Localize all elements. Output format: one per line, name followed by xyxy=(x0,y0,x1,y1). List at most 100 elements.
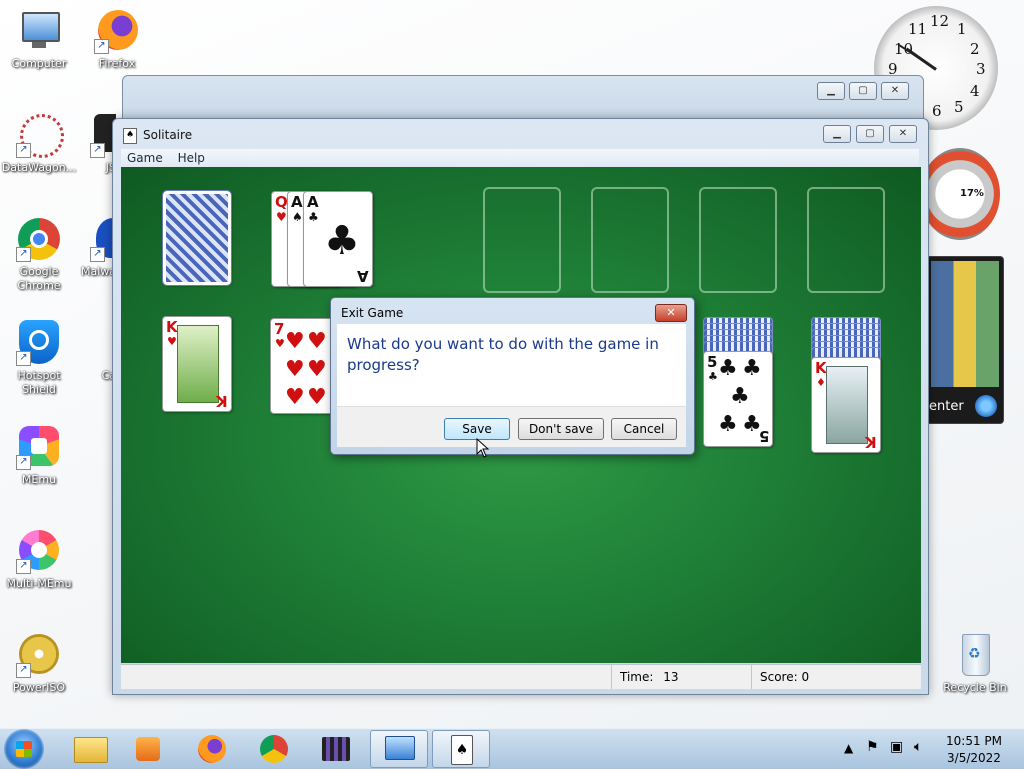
minimize-button[interactable]: ▁ xyxy=(817,82,845,100)
media-center-label: enter xyxy=(929,399,964,414)
foundation-slot-2[interactable] xyxy=(591,187,669,293)
meter-readout: 17% xyxy=(960,188,984,199)
desktop-icon-multi-memu[interactable]: ↗ Multi-MEmu xyxy=(0,528,78,591)
foundation-slot-4[interactable] xyxy=(807,187,885,293)
king-face-art xyxy=(826,366,868,444)
recycle-bin-icon: ♻ xyxy=(952,632,998,678)
card-pip: ♥ xyxy=(307,329,327,354)
card-rank: Q xyxy=(275,193,288,211)
desktop-icon-computer[interactable]: Computer xyxy=(0,8,78,71)
card-rank: A xyxy=(307,193,319,211)
memu-icon: ↗ xyxy=(16,424,62,470)
desktop-icon-ca[interactable]: Ca xyxy=(66,320,116,383)
cancel-button[interactable]: Cancel xyxy=(611,418,677,440)
time-value: 13 xyxy=(663,670,679,684)
film-icon xyxy=(322,737,350,761)
stock-pile[interactable] xyxy=(162,190,232,286)
dialog-body: What do you want to do with the game in … xyxy=(337,324,686,406)
card-pip: ♥ xyxy=(307,385,327,410)
cpu-meter-gadget[interactable]: 17% xyxy=(920,148,1000,240)
menu-game[interactable]: Game xyxy=(127,149,163,167)
tableau-1-card[interactable]: K ♥ K xyxy=(162,316,232,412)
desktop-icon-malwarebytes[interactable]: ↗ Malwa xyxy=(66,216,116,279)
windows-logo-icon xyxy=(975,395,997,417)
desktop-icon-label: Computer xyxy=(11,57,67,70)
status-bar: Time: 13 Score: 0 xyxy=(121,664,921,689)
media-center-gadget[interactable]: enter xyxy=(926,256,1004,424)
clock-number: 11 xyxy=(908,20,928,38)
hotspot-shield-icon: ↗ xyxy=(16,320,62,366)
foundation-slot-1[interactable] xyxy=(483,187,561,293)
desktop-icon-label: Multi-MEmu xyxy=(6,577,72,590)
card-suit: ♦ xyxy=(816,376,826,389)
firefox-icon xyxy=(198,735,226,763)
taskbar-chrome[interactable] xyxy=(246,731,302,767)
clock-number: 5 xyxy=(954,98,964,116)
close-button[interactable]: ✕ xyxy=(881,82,909,100)
chrome-icon xyxy=(260,735,288,763)
desktop-icon-firefox[interactable]: ↗ Firefox xyxy=(78,8,156,71)
minimize-button[interactable]: ▁ xyxy=(823,125,851,143)
solitaire-icon: ♠ xyxy=(451,735,473,765)
shortcut-arrow-icon: ↗ xyxy=(16,455,31,470)
tableau-2-card[interactable]: 7 ♥ ♥ ♥ ♥ ♥ ♥ ♥ xyxy=(270,318,336,414)
taskbar-media-player[interactable] xyxy=(120,731,176,767)
card-rank-bottom: K xyxy=(216,392,228,410)
taskbar-explorer[interactable] xyxy=(62,731,118,767)
menu-bar: Game Help xyxy=(121,149,919,167)
show-hidden-icons-button[interactable]: ▲ xyxy=(844,741,853,755)
shortcut-arrow-icon: ↗ xyxy=(90,143,105,158)
close-button[interactable]: ✕ xyxy=(889,125,917,143)
taskbar-control-panel[interactable] xyxy=(370,730,428,768)
exit-game-dialog: Exit Game ✕ What do you want to do with … xyxy=(330,297,695,455)
desktop-icon-label: PowerISO xyxy=(12,681,66,694)
shortcut-arrow-icon: ↗ xyxy=(90,247,105,262)
volume-icon[interactable]: 🔈︎ xyxy=(914,739,922,755)
card-pip: ♣ xyxy=(730,384,750,409)
dialog-button-row: Save Don't save Cancel xyxy=(337,406,686,447)
desktop-icon-recycle-bin[interactable]: ♻ Recycle Bin xyxy=(936,632,1014,695)
clock-number: 4 xyxy=(970,82,980,100)
card-rank: 7 xyxy=(274,320,285,338)
action-center-flag-icon[interactable]: ⚑ xyxy=(866,739,879,755)
desktop-icon-label: Malwa xyxy=(80,265,116,278)
computer-icon xyxy=(16,8,62,54)
desktop-icon-label: Firefox xyxy=(98,57,136,70)
maximize-button[interactable]: ▢ xyxy=(856,125,884,143)
dont-save-button[interactable]: Don't save xyxy=(518,418,604,440)
menu-help[interactable]: Help xyxy=(178,149,205,167)
clock-time[interactable]: 10:51 PM xyxy=(944,734,1004,748)
card-rank-bottom: 5 xyxy=(758,427,769,445)
taskbar-firefox[interactable] xyxy=(184,731,240,767)
windows-logo-icon xyxy=(16,741,32,757)
mouse-cursor-icon xyxy=(476,438,490,458)
desktop-icon-memu[interactable]: ↗ MEmu xyxy=(0,424,78,487)
card-suit: ♠ xyxy=(292,210,303,224)
network-icon[interactable]: ▣ xyxy=(890,739,903,755)
card-rank: A xyxy=(291,193,303,211)
foundation-slot-3[interactable] xyxy=(699,187,777,293)
maximize-button[interactable]: ▢ xyxy=(849,82,877,100)
shortcut-arrow-icon: ↗ xyxy=(16,143,31,158)
taskbar-solitaire[interactable]: ♠ xyxy=(432,730,490,768)
waste-top-card[interactable]: A ♣ ♣ A xyxy=(303,191,373,287)
card-pip: ♥ xyxy=(285,385,305,410)
desktop-icon-js[interactable]: ↗ JS xyxy=(66,112,116,175)
desktop-icon-poweriso[interactable]: ↗ PowerISO xyxy=(0,632,78,695)
score-readout: Score: 0 xyxy=(751,665,920,689)
score-value: 0 xyxy=(801,670,810,684)
time-label: Time: xyxy=(620,670,654,684)
card-pip: ♥ xyxy=(285,329,305,354)
system-tray: ▲ ⚑ ▣ 🔈︎ 10:51 PM 3/5/2022 xyxy=(840,729,1024,769)
start-button[interactable] xyxy=(4,729,44,769)
clock-number: 12 xyxy=(930,12,950,30)
tableau-6-card[interactable]: 5 ♣ ♣ ♣ ♣ ♣ ♣ 5 xyxy=(703,351,773,447)
clock-date[interactable]: 3/5/2022 xyxy=(944,751,1004,765)
taskbar-movie-maker[interactable] xyxy=(308,731,364,767)
card-rank: K xyxy=(815,359,827,377)
save-button[interactable]: Save xyxy=(444,418,510,440)
dialog-close-button[interactable]: ✕ xyxy=(655,304,687,322)
desktop-icon-label: Recycle Bin xyxy=(943,681,1007,694)
tableau-7-card[interactable]: K ♦ K xyxy=(811,357,881,453)
taskbar: ♠ ▲ ⚑ ▣ 🔈︎ 10:51 PM 3/5/2022 xyxy=(0,728,1024,769)
